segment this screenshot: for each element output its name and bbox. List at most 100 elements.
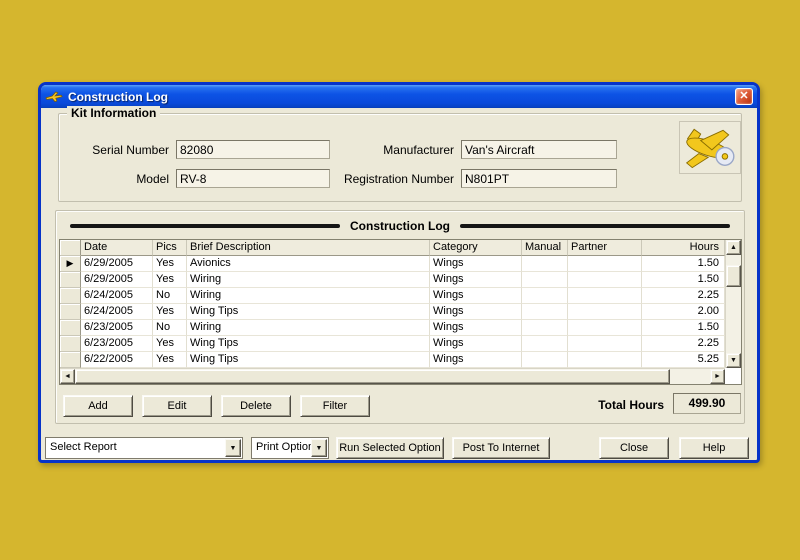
cell-hours[interactable]: 1.50 [642, 320, 725, 336]
cell-manual[interactable] [522, 304, 568, 320]
cell-partner[interactable] [568, 352, 642, 368]
help-button[interactable]: Help [679, 437, 749, 459]
table-row[interactable]: 6/22/2005 Yes Wing Tips Wings 5.25 [60, 352, 725, 368]
cell-pics[interactable]: Yes [153, 272, 187, 288]
print-option-dropdown[interactable]: Print Option ▼ [251, 437, 329, 459]
cell-brief-description[interactable]: Wing Tips [187, 304, 430, 320]
table-row[interactable]: 6/23/2005 No Wiring Wings 1.50 [60, 320, 725, 336]
column-header-manual[interactable]: Manual [522, 240, 568, 256]
cell-manual[interactable] [522, 320, 568, 336]
cell-category[interactable]: Wings [430, 336, 522, 352]
scroll-down-icon[interactable]: ▼ [726, 353, 741, 368]
row-selector-cell[interactable] [60, 304, 81, 320]
cell-category[interactable]: Wings [430, 272, 522, 288]
cell-date[interactable]: 6/23/2005 [81, 320, 153, 336]
cell-date[interactable]: 6/29/2005 [81, 272, 153, 288]
registration-number-field[interactable]: N801PT [461, 169, 617, 188]
cell-brief-description[interactable]: Wiring [187, 320, 430, 336]
run-selected-option-button[interactable]: Run Selected Option [336, 437, 444, 459]
cell-manual[interactable] [522, 352, 568, 368]
cell-date[interactable]: 6/24/2005 [81, 288, 153, 304]
vertical-scroll-thumb[interactable] [726, 265, 741, 287]
cell-pics[interactable]: Yes [153, 352, 187, 368]
table-row[interactable]: 6/24/2005 Yes Wing Tips Wings 2.00 [60, 304, 725, 320]
cell-manual[interactable] [522, 336, 568, 352]
cell-partner[interactable] [568, 272, 642, 288]
column-header-category[interactable]: Category [430, 240, 522, 256]
cell-date[interactable]: 6/24/2005 [81, 304, 153, 320]
cell-brief-description[interactable]: Wiring [187, 272, 430, 288]
horizontal-scroll-thumb[interactable] [75, 369, 670, 384]
cell-category[interactable]: Wings [430, 352, 522, 368]
grid-content: Date Pics Brief Description Category Man… [60, 240, 725, 368]
grid-body: ▶ 6/29/2005 Yes Avionics Wings 1.50 6/29… [60, 256, 725, 368]
cell-date[interactable]: 6/29/2005 [81, 256, 153, 272]
row-selector-cell[interactable] [60, 336, 81, 352]
horizontal-scrollbar[interactable]: ◄ ► [60, 368, 725, 384]
filter-button[interactable]: Filter [300, 395, 370, 417]
cell-pics[interactable]: Yes [153, 304, 187, 320]
close-button[interactable]: Close [599, 437, 669, 459]
cell-brief-description[interactable]: Wing Tips [187, 336, 430, 352]
cell-category[interactable]: Wings [430, 288, 522, 304]
scroll-left-icon[interactable]: ◄ [60, 369, 75, 384]
table-row[interactable]: 6/29/2005 Yes Wiring Wings 1.50 [60, 272, 725, 288]
window-title: Construction Log [68, 90, 168, 104]
cell-brief-description[interactable]: Wiring [187, 288, 430, 304]
cell-manual[interactable] [522, 288, 568, 304]
cell-partner[interactable] [568, 304, 642, 320]
chevron-down-icon[interactable]: ▼ [311, 439, 327, 457]
scroll-right-icon[interactable]: ► [710, 369, 725, 384]
cell-hours[interactable]: 2.25 [642, 336, 725, 352]
vertical-scrollbar[interactable]: ▲ ▼ [725, 240, 741, 368]
cell-pics[interactable]: Yes [153, 256, 187, 272]
edit-button[interactable]: Edit [142, 395, 212, 417]
column-header-description[interactable]: Brief Description [187, 240, 430, 256]
table-row[interactable]: 6/24/2005 No Wiring Wings 2.25 [60, 288, 725, 304]
cell-manual[interactable] [522, 272, 568, 288]
cell-partner[interactable] [568, 336, 642, 352]
column-header-date[interactable]: Date [81, 240, 153, 256]
kit-information-legend: Kit Information [67, 106, 160, 120]
cell-pics[interactable]: No [153, 288, 187, 304]
column-header-partner[interactable]: Partner [568, 240, 642, 256]
close-icon[interactable]: ✕ [735, 88, 753, 105]
cell-hours[interactable]: 1.50 [642, 272, 725, 288]
manufacturer-field[interactable]: Van's Aircraft [461, 140, 617, 159]
column-header-pics[interactable]: Pics [153, 240, 187, 256]
row-selector-cell[interactable] [60, 352, 81, 368]
cell-date[interactable]: 6/22/2005 [81, 352, 153, 368]
cell-date[interactable]: 6/23/2005 [81, 336, 153, 352]
cell-manual[interactable] [522, 256, 568, 272]
cell-category[interactable]: Wings [430, 256, 522, 272]
cell-category[interactable]: Wings [430, 304, 522, 320]
cell-pics[interactable]: Yes [153, 336, 187, 352]
row-selector-cell[interactable]: ▶ [60, 256, 81, 272]
row-selector-cell[interactable] [60, 288, 81, 304]
cell-category[interactable]: Wings [430, 320, 522, 336]
delete-button[interactable]: Delete [221, 395, 291, 417]
selector-header-cell [60, 240, 81, 256]
cell-brief-description[interactable]: Wing Tips [187, 352, 430, 368]
report-dropdown[interactable]: Select Report ▼ [45, 437, 243, 459]
total-hours-label: Total Hours [556, 398, 664, 412]
post-to-internet-button[interactable]: Post To Internet [452, 437, 550, 459]
cell-brief-description[interactable]: Avionics [187, 256, 430, 272]
row-selector-cell[interactable] [60, 320, 81, 336]
table-row[interactable]: ▶ 6/29/2005 Yes Avionics Wings 1.50 [60, 256, 725, 272]
cell-hours[interactable]: 1.50 [642, 256, 725, 272]
cell-hours[interactable]: 5.25 [642, 352, 725, 368]
table-row[interactable]: 6/23/2005 Yes Wing Tips Wings 2.25 [60, 336, 725, 352]
row-selector-cell[interactable] [60, 272, 81, 288]
add-button[interactable]: Add [63, 395, 133, 417]
scroll-up-icon[interactable]: ▲ [726, 240, 741, 255]
column-header-hours[interactable]: Hours [642, 240, 725, 256]
cell-pics[interactable]: No [153, 320, 187, 336]
cell-hours[interactable]: 2.00 [642, 304, 725, 320]
cell-hours[interactable]: 2.25 [642, 288, 725, 304]
cell-partner[interactable] [568, 288, 642, 304]
cell-partner[interactable] [568, 256, 642, 272]
cell-partner[interactable] [568, 320, 642, 336]
chevron-down-icon[interactable]: ▼ [225, 439, 241, 457]
titlebar[interactable]: Construction Log ✕ [41, 85, 757, 108]
